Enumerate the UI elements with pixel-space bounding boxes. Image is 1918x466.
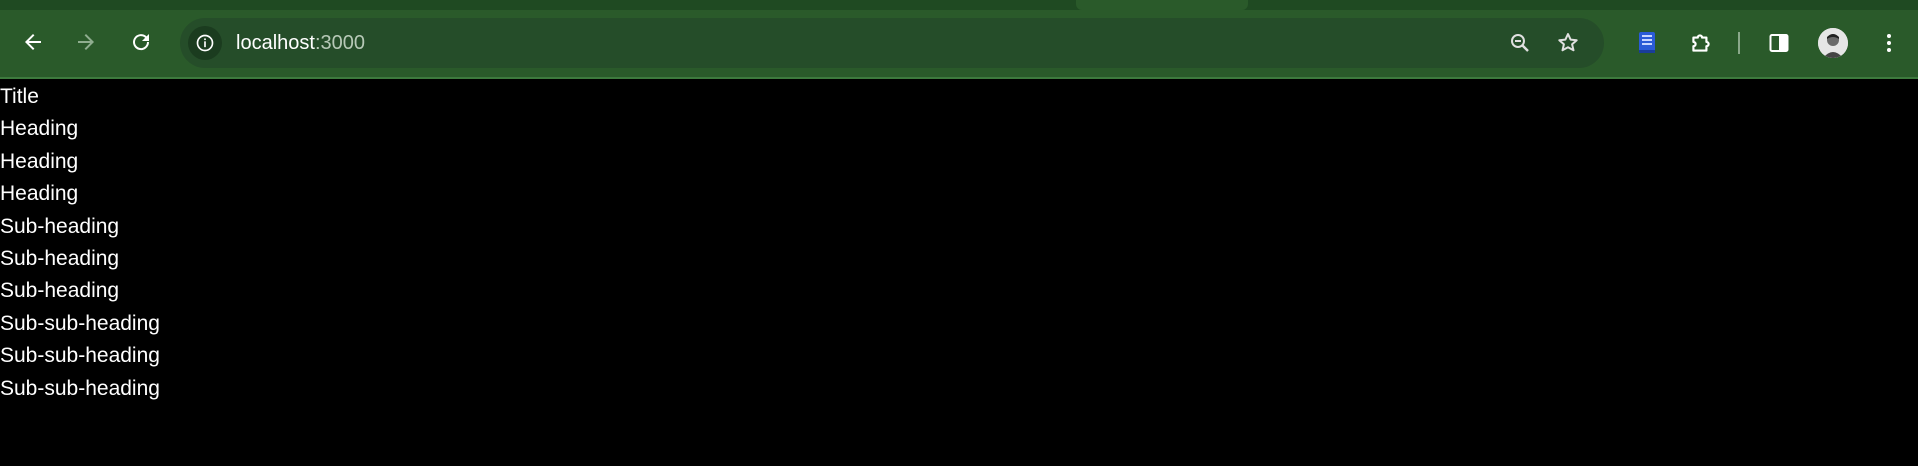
url-host: localhost bbox=[236, 32, 315, 54]
profile-avatar[interactable] bbox=[1818, 28, 1848, 58]
extensions-button[interactable] bbox=[1684, 26, 1718, 60]
heading: Heading bbox=[0, 182, 79, 205]
sub-heading: Sub-heading bbox=[0, 247, 120, 270]
arrow-left-icon bbox=[25, 34, 41, 50]
back-button[interactable] bbox=[15, 24, 51, 60]
avatar-icon bbox=[1818, 28, 1848, 58]
heading: Heading bbox=[0, 117, 79, 140]
sub-sub-heading: Sub-sub-heading bbox=[0, 377, 160, 400]
sub-heading: Sub-heading bbox=[0, 279, 120, 302]
browser-menu-button[interactable] bbox=[1872, 26, 1906, 60]
kebab-menu-icon bbox=[1887, 34, 1891, 52]
book-icon bbox=[1639, 32, 1655, 53]
extension-book-button[interactable] bbox=[1630, 26, 1664, 60]
address-bar[interactable]: localhost:3000 bbox=[180, 18, 1604, 68]
zoom-button[interactable] bbox=[1506, 29, 1534, 57]
arrow-right-icon bbox=[78, 34, 94, 50]
sub-heading: Sub-heading bbox=[0, 215, 120, 238]
bookmark-button[interactable] bbox=[1554, 29, 1582, 57]
sub-sub-heading: Sub-sub-heading bbox=[0, 344, 160, 367]
puzzle-icon bbox=[1692, 34, 1710, 52]
toolbar-divider bbox=[1738, 32, 1740, 54]
forward-button[interactable] bbox=[68, 24, 104, 60]
reload-button[interactable] bbox=[123, 24, 159, 60]
url-text[interactable]: localhost:3000 bbox=[236, 32, 365, 55]
star-icon bbox=[1558, 33, 1578, 52]
side-panel-icon bbox=[1769, 34, 1789, 52]
url-port: :3000 bbox=[314, 32, 365, 54]
zoom-out-icon bbox=[1511, 34, 1529, 52]
browser-toolbar: localhost:3000 bbox=[0, 0, 1918, 79]
sub-sub-heading: Sub-sub-heading bbox=[0, 312, 160, 335]
side-panel-button[interactable] bbox=[1762, 26, 1796, 60]
active-tab[interactable] bbox=[1076, 0, 1248, 10]
site-info-button[interactable] bbox=[188, 26, 222, 60]
page-content: Title Heading Heading Heading Sub-headin… bbox=[0, 81, 1918, 466]
heading: Heading bbox=[0, 150, 79, 173]
info-icon bbox=[196, 34, 214, 52]
reload-icon bbox=[133, 34, 150, 51]
tab-strip bbox=[0, 0, 1918, 10]
page-title: Title bbox=[0, 85, 39, 108]
